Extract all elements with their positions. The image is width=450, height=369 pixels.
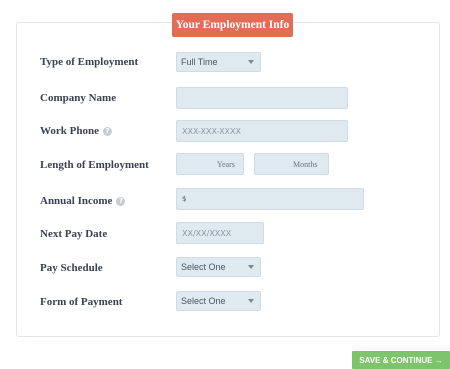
form-of-payment-select[interactable]: Select One: [176, 291, 261, 311]
company-name-label: Company Name: [40, 92, 117, 104]
annual-income-label: Annual Income: [40, 195, 113, 207]
years-input[interactable]: Years: [176, 153, 244, 175]
currency-symbol: $: [182, 195, 187, 203]
chevron-down-icon: [248, 265, 254, 269]
type-of-employment-label: Type of Employment: [40, 56, 139, 68]
pay-schedule-value: Select One: [181, 262, 226, 272]
company-name-input[interactable]: [176, 87, 348, 109]
help-circle-icon[interactable]: ?: [102, 126, 112, 136]
length-of-employment-label: Length of Employment: [40, 159, 149, 171]
months-input[interactable]: Months: [254, 153, 329, 175]
pay-schedule-select[interactable]: Select One: [176, 257, 261, 277]
work-phone-input[interactable]: XXX-XXX-XXXX: [176, 120, 348, 142]
form-of-payment-label: Form of Payment: [40, 296, 123, 308]
next-pay-date-input[interactable]: XX/XX/XXXX: [176, 222, 264, 244]
type-of-employment-select[interactable]: Full Time: [176, 52, 261, 72]
next-pay-date-label: Next Pay Date: [40, 228, 108, 240]
chevron-down-icon: [248, 60, 254, 64]
pay-schedule-label: Pay Schedule: [40, 262, 103, 274]
months-unit: Months: [293, 159, 318, 169]
annual-income-input[interactable]: $: [176, 188, 364, 210]
chevron-down-icon: [248, 299, 254, 303]
save-continue-button[interactable]: SAVE & CONTINUE →: [352, 351, 450, 369]
years-unit: Years: [217, 159, 235, 169]
next-pay-date-placeholder: XX/XX/XXXX: [182, 228, 232, 238]
work-phone-label-group: Work Phone ?: [40, 123, 112, 139]
annual-income-label-group: Annual Income ?: [40, 193, 126, 209]
form-of-payment-value: Select One: [181, 296, 226, 306]
help-circle-icon[interactable]: ?: [116, 196, 126, 206]
type-of-employment-value: Full Time: [181, 57, 218, 67]
work-phone-label: Work Phone: [40, 125, 99, 137]
section-title-badge: Your Employment Info: [172, 13, 293, 37]
work-phone-placeholder: XXX-XXX-XXXX: [182, 126, 241, 136]
